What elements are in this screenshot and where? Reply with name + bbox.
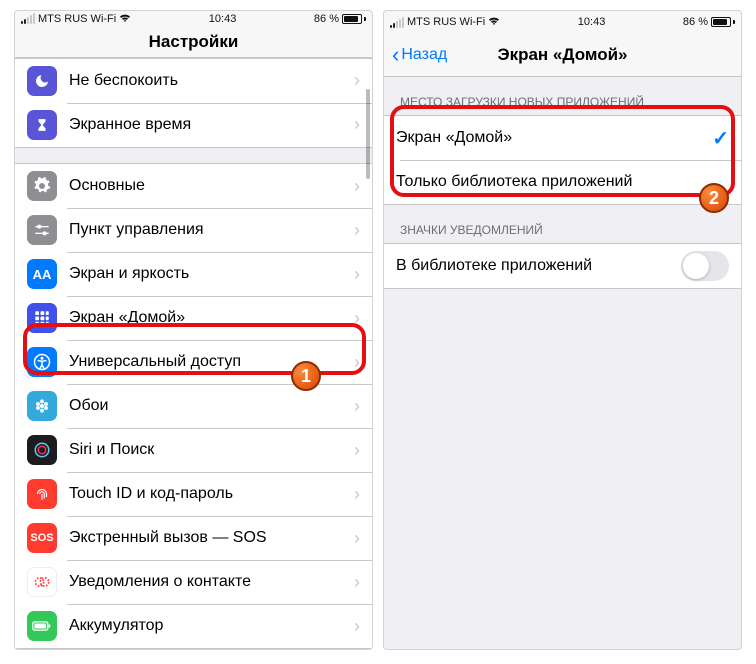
chevron-right-icon: › [354,114,360,135]
phone-left: MTS RUS Wi-Fi 10:43 86 % Настройки Не бе… [14,10,373,650]
text-size-icon: AA [27,259,57,289]
wifi-icon [119,12,131,26]
option-label: Только библиотека приложений [396,173,729,191]
chevron-right-icon: › [354,220,360,241]
exposure-icon [27,567,57,597]
chevron-right-icon: › [354,176,360,197]
back-button[interactable]: ‹ Назад [392,42,447,68]
row-control-center[interactable]: Пункт управления › [15,208,372,252]
chevron-right-icon: › [354,440,360,461]
hourglass-icon [27,110,57,140]
row-label: Экран «Домой» [69,309,354,327]
scrollbar[interactable] [366,89,370,179]
row-label: Аккумулятор [69,617,354,635]
carrier-label: MTS RUS Wi-Fi [407,16,485,28]
sos-icon: SOS [27,523,57,553]
chevron-right-icon: › [354,528,360,549]
row-battery[interactable]: Аккумулятор › [15,604,372,648]
section-header: МЕСТО ЗАГРУЗКИ НОВЫХ ПРИЛОЖЕНИЙ [384,77,741,115]
row-siri[interactable]: Siri и Поиск › [15,428,372,472]
accessibility-icon [27,347,57,377]
navbar: ‹ Назад Экран «Домой» [384,33,741,77]
back-label: Назад [401,46,447,64]
row-touch-id[interactable]: Touch ID и код-пароль › [15,472,372,516]
chevron-right-icon: › [354,616,360,637]
row-label: Экранное время [69,116,354,134]
status-bar: MTS RUS Wi-Fi 10:43 86 % [384,11,741,33]
row-label: Основные [69,177,354,195]
row-label: Пункт управления [69,221,354,239]
option-home-screen[interactable]: Экран «Домой» ✓ [384,116,741,160]
row-label: В библиотеке приложений [396,257,681,275]
step-badge-1: 1 [291,361,321,391]
clock: 10:43 [209,13,237,25]
row-display[interactable]: AA Экран и яркость › [15,252,372,296]
chevron-right-icon: › [354,484,360,505]
sliders-icon [27,215,57,245]
signal-icon [390,17,404,28]
toggle-switch[interactable] [681,251,729,281]
option-app-library[interactable]: Только библиотека приложений [384,160,741,204]
page-title: Настройки [149,32,239,52]
row-wallpaper[interactable]: Обои › [15,384,372,428]
row-label: Siri и Поиск [69,441,354,459]
clock: 10:43 [578,16,606,28]
chevron-right-icon: › [354,308,360,329]
chevron-right-icon: › [354,70,360,91]
battery-icon [342,14,366,24]
row-home-screen[interactable]: Экран «Домой» › [15,296,372,340]
moon-icon [27,66,57,96]
row-notification-badges[interactable]: В библиотеке приложений [384,244,741,288]
status-bar: MTS RUS Wi-Fi 10:43 86 % [15,11,372,26]
signal-icon [21,13,35,24]
row-label: Touch ID и код-пароль [69,485,354,503]
row-sos[interactable]: SOS Экстренный вызов — SOS › [15,516,372,560]
row-label: Уведомления о контакте [69,573,354,591]
chevron-left-icon: ‹ [392,42,399,68]
chevron-right-icon: › [354,572,360,593]
gear-icon [27,171,57,201]
grid-icon [27,303,57,333]
page-title: Экран «Домой» [497,45,627,65]
row-label: Экстренный вызов — SOS [69,529,354,547]
navbar: Настройки [15,26,372,57]
section-header: ЗНАЧКИ УВЕДОМЛЕНИЙ [384,205,741,243]
battery-percent: 86 % [683,16,708,28]
fingerprint-icon [27,479,57,509]
row-exposure[interactable]: Уведомления о контакте › [15,560,372,604]
option-label: Экран «Домой» [396,129,712,147]
wifi-icon [488,15,500,29]
chevron-right-icon: › [354,352,360,373]
row-label: Обои [69,397,354,415]
siri-icon [27,435,57,465]
battery-percent: 86 % [314,13,339,25]
row-screen-time[interactable]: Экранное время › [15,103,372,147]
battery-icon [27,611,57,641]
chevron-right-icon: › [354,396,360,417]
checkmark-icon: ✓ [712,126,729,151]
chevron-right-icon: › [354,264,360,285]
phone-right: MTS RUS Wi-Fi 10:43 86 % ‹ Назад Экран «… [383,10,742,650]
flower-icon [27,391,57,421]
carrier-label: MTS RUS Wi-Fi [38,13,116,25]
row-label: Не беспокоить [69,72,354,90]
row-general[interactable]: Основные › [15,164,372,208]
battery-icon [711,17,735,27]
row-label: Экран и яркость [69,265,354,283]
row-do-not-disturb[interactable]: Не беспокоить › [15,59,372,103]
step-badge-2: 2 [699,183,729,213]
